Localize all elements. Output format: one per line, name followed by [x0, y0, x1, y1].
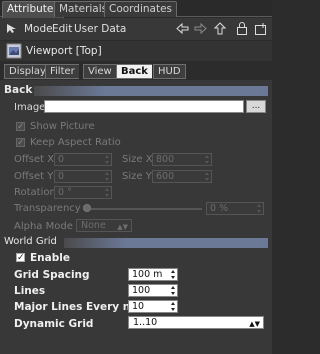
- alpha-mode-select[interactable]: None ▲▼: [76, 219, 132, 232]
- show-picture-checkbox[interactable]: ✓: [16, 122, 25, 132]
- viewport-icon: [6, 43, 22, 59]
- lines-input[interactable]: 100: [128, 284, 178, 297]
- tab-back[interactable]: Back: [116, 64, 152, 79]
- lock-icon[interactable]: [236, 21, 248, 35]
- forward-arrow-icon[interactable]: [194, 23, 207, 34]
- major-lines-label: Major Lines Every nth: [14, 301, 143, 313]
- offset-x-input[interactable]: 0: [54, 153, 112, 166]
- section-back-bar: [34, 86, 268, 96]
- tab-filter[interactable]: Filter: [45, 64, 79, 79]
- transparency-slider-handle[interactable]: [83, 204, 91, 212]
- browse-button[interactable]: ...: [246, 100, 266, 113]
- offset-y-label: Offset Y: [14, 171, 54, 182]
- show-picture-label: Show Picture: [30, 121, 95, 132]
- menu-user-data[interactable]: User Data: [74, 23, 126, 35]
- tab-view[interactable]: View: [83, 64, 116, 79]
- rotation-input[interactable]: 0 °: [54, 186, 112, 199]
- offset-x-label: Offset X: [14, 154, 55, 165]
- alpha-mode-label: Alpha Mode: [14, 221, 73, 232]
- section-grid-title: World Grid: [4, 236, 57, 247]
- size-y-label: Size Y: [122, 171, 152, 182]
- major-lines-input[interactable]: 10: [128, 300, 178, 313]
- tab-hud[interactable]: HUD: [153, 64, 186, 79]
- grid-spacing-label: Grid Spacing: [14, 269, 90, 281]
- section-back-title: Back: [4, 84, 33, 96]
- image-path-input[interactable]: [44, 100, 244, 113]
- menu-mode[interactable]: Mode: [24, 23, 53, 35]
- keep-aspect-label: Keep Aspect Ratio: [30, 137, 121, 148]
- rotation-label: Rotation: [14, 187, 56, 198]
- page-title: Viewport [Top]: [26, 45, 102, 57]
- back-arrow-icon[interactable]: [176, 23, 189, 34]
- transparency-slider[interactable]: [86, 208, 202, 210]
- menu-edit[interactable]: Edit: [52, 23, 72, 35]
- up-arrow-icon[interactable]: [214, 22, 226, 35]
- dynamic-grid-select[interactable]: 1..10 ▲▼: [128, 316, 264, 329]
- keep-aspect-checkbox[interactable]: ✓: [16, 138, 25, 148]
- section-grid-bar: [64, 238, 268, 248]
- grid-spacing-input[interactable]: 100 m: [128, 268, 178, 281]
- new-window-icon[interactable]: [254, 22, 268, 35]
- image-label: Image: [14, 102, 46, 113]
- arrow-cursor-icon: [7, 24, 16, 33]
- offset-y-input[interactable]: 0: [54, 170, 112, 183]
- enable-checkbox[interactable]: ✓: [16, 253, 25, 263]
- tab-coordinates[interactable]: Coordinates: [104, 1, 178, 17]
- menu-bar: Mode Edit User Data: [0, 18, 272, 40]
- lines-label: Lines: [14, 285, 46, 297]
- enable-label: Enable: [30, 252, 70, 264]
- transparency-label: Transparency: [14, 203, 81, 214]
- tab-display[interactable]: Display: [4, 64, 50, 79]
- object-header: Viewport [Top]: [0, 41, 272, 61]
- size-x-input[interactable]: 800: [152, 153, 212, 166]
- size-y-input[interactable]: 600: [152, 170, 212, 183]
- top-tab-bar: Attributes Materials Coordinates: [0, 0, 272, 18]
- dynamic-grid-label: Dynamic Grid: [14, 318, 94, 330]
- size-x-label: Size X: [122, 154, 153, 165]
- transparency-input[interactable]: 0 %: [206, 202, 264, 215]
